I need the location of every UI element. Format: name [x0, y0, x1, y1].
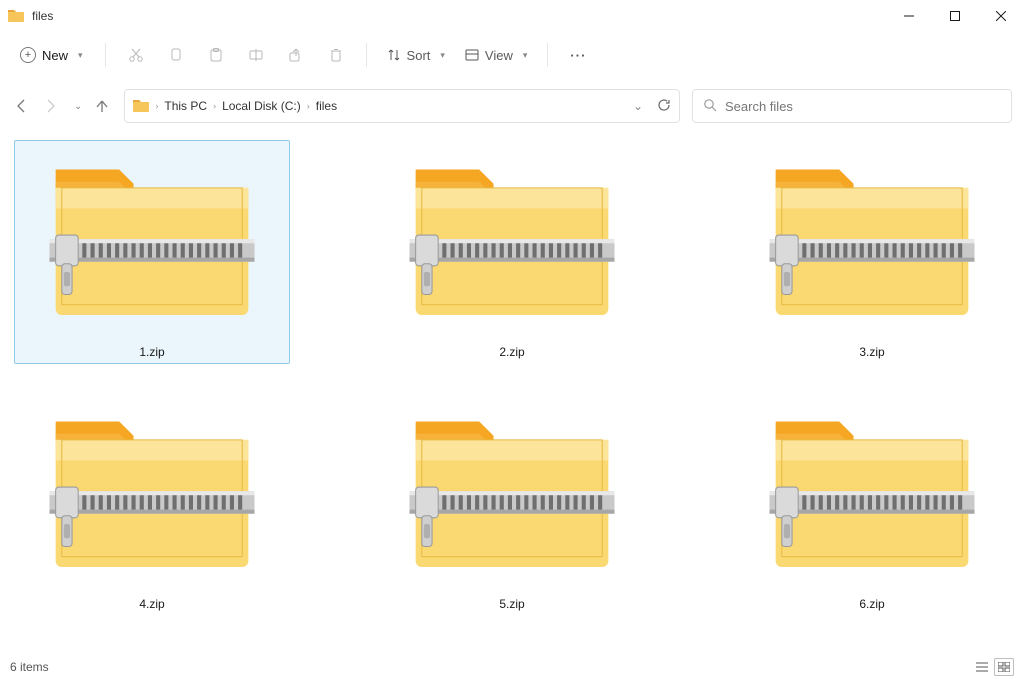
address-bar[interactable]: › This PC › Local Disk (C:) › files ⌄	[124, 89, 680, 123]
zip-folder-icon	[769, 397, 975, 567]
separator	[547, 43, 548, 67]
refresh-button[interactable]	[657, 98, 671, 115]
file-item[interactable]: 6.zip	[734, 392, 1010, 616]
view-toggle	[972, 658, 1014, 676]
sort-button-label: Sort	[407, 48, 431, 63]
window-controls	[886, 0, 1024, 32]
breadcrumb-label: This PC	[164, 99, 207, 113]
copy-button[interactable]	[158, 37, 194, 73]
file-grid: 1.zip 2.zip 3.zip 4.zip 5.zip 6.zip	[14, 140, 1010, 616]
navbar: ⌄ › This PC › Local Disk (C:) › files ⌄	[0, 78, 1024, 134]
search-input[interactable]	[725, 99, 1001, 114]
new-button-label: New	[42, 48, 68, 63]
up-button[interactable]	[94, 98, 110, 114]
file-item[interactable]: 1.zip	[14, 140, 290, 364]
search-box[interactable]	[692, 89, 1012, 123]
cut-button[interactable]	[118, 37, 154, 73]
details-view-button[interactable]	[972, 658, 992, 676]
nav-arrows: ⌄	[12, 98, 112, 114]
sort-button[interactable]: Sort ▾	[379, 37, 453, 73]
share-icon	[288, 47, 304, 63]
rename-icon	[248, 47, 264, 63]
file-item[interactable]: 5.zip	[374, 392, 650, 616]
trash-icon	[328, 47, 344, 63]
file-name: 5.zip	[499, 597, 524, 611]
copy-icon	[168, 47, 184, 63]
forward-button[interactable]	[42, 98, 58, 114]
more-button[interactable]: ···	[560, 37, 596, 73]
breadcrumb-label: Local Disk (C:)	[222, 99, 301, 113]
file-name: 1.zip	[139, 345, 164, 359]
zip-folder-icon	[409, 397, 615, 567]
back-button[interactable]	[14, 98, 30, 114]
maximize-button[interactable]	[932, 0, 978, 32]
window-title: files	[32, 9, 53, 23]
file-name: 2.zip	[499, 345, 524, 359]
file-item[interactable]: 2.zip	[374, 140, 650, 364]
zip-folder-icon	[409, 145, 615, 315]
file-name: 3.zip	[859, 345, 884, 359]
zip-folder-icon	[769, 145, 975, 315]
ellipsis-icon: ···	[570, 48, 586, 63]
toolbar: + New ▾ Sort ▾ View ▾ ···	[0, 32, 1024, 78]
folder-icon	[8, 8, 24, 24]
status-bar: 6 items	[0, 655, 1024, 679]
item-count: 6 items	[10, 660, 49, 674]
chevron-down-icon[interactable]: ⌄	[633, 99, 643, 113]
recent-button[interactable]: ⌄	[74, 101, 82, 112]
file-name: 4.zip	[139, 597, 164, 611]
content-area[interactable]: 1.zip 2.zip 3.zip 4.zip 5.zip 6.zip	[0, 134, 1024, 655]
breadcrumb[interactable]: files	[316, 99, 337, 113]
view-icon	[465, 48, 479, 62]
chevron-right-icon: ›	[307, 101, 310, 111]
new-button[interactable]: + New ▾	[10, 37, 93, 73]
plus-icon: +	[20, 47, 36, 63]
breadcrumb-label: files	[316, 99, 337, 113]
chevron-down-icon: ▾	[440, 50, 445, 61]
chevron-right-icon: ›	[155, 101, 158, 111]
share-button[interactable]	[278, 37, 314, 73]
folder-icon	[133, 98, 149, 115]
scissors-icon	[128, 47, 144, 63]
titlebar: files	[0, 0, 1024, 32]
file-item[interactable]: 3.zip	[734, 140, 1010, 364]
clipboard-icon	[208, 47, 224, 63]
chevron-right-icon: ›	[213, 101, 216, 111]
minimize-button[interactable]	[886, 0, 932, 32]
zip-folder-icon	[49, 397, 255, 567]
chevron-down-icon: ▾	[78, 50, 83, 61]
separator	[366, 43, 367, 67]
breadcrumb[interactable]: This PC	[164, 99, 207, 113]
search-icon	[703, 98, 717, 115]
sort-icon	[387, 48, 401, 62]
view-button[interactable]: View ▾	[457, 37, 535, 73]
file-name: 6.zip	[859, 597, 884, 611]
close-button[interactable]	[978, 0, 1024, 32]
delete-button[interactable]	[318, 37, 354, 73]
breadcrumb[interactable]: Local Disk (C:)	[222, 99, 301, 113]
view-button-label: View	[485, 48, 513, 63]
zip-folder-icon	[49, 145, 255, 315]
chevron-down-icon: ▾	[523, 50, 528, 61]
rename-button[interactable]	[238, 37, 274, 73]
file-item[interactable]: 4.zip	[14, 392, 290, 616]
paste-button[interactable]	[198, 37, 234, 73]
separator	[105, 43, 106, 67]
thumbnails-view-button[interactable]	[994, 658, 1014, 676]
